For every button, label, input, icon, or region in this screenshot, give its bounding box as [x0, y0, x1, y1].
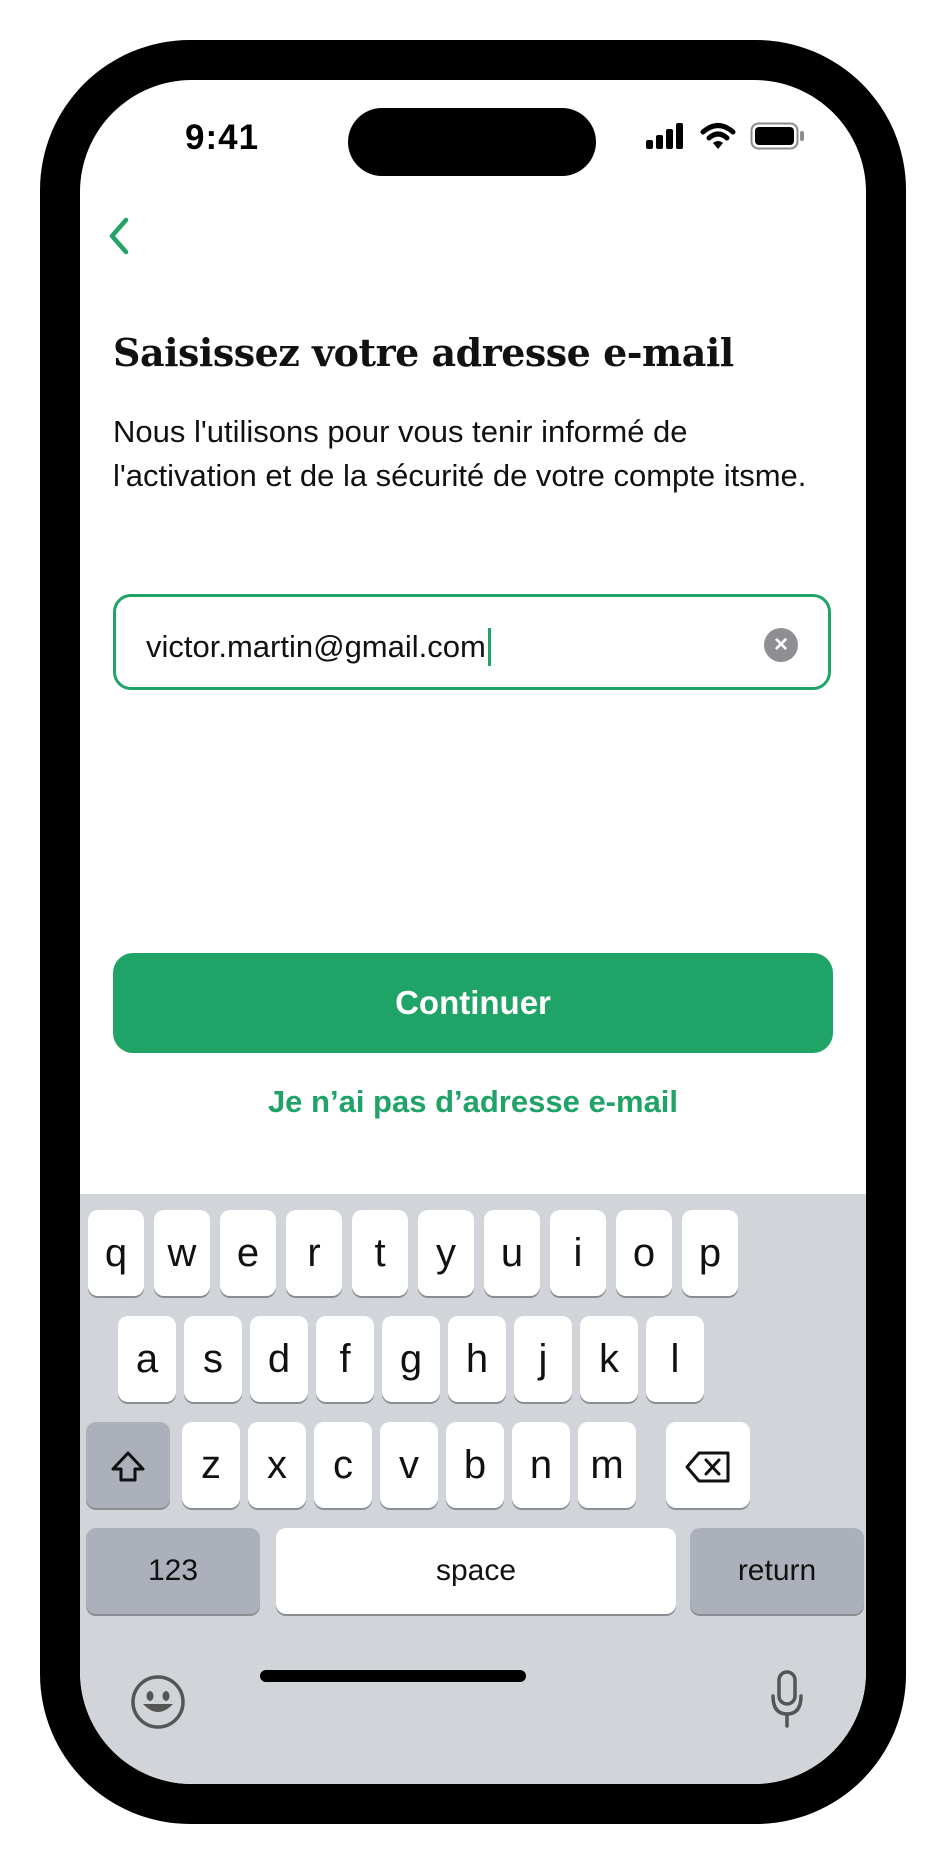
page-title: Saisissez votre adresse e-mail: [113, 330, 734, 375]
cellular-signal-icon: [646, 123, 683, 149]
status-icons: [646, 122, 806, 150]
shift-key[interactable]: [86, 1422, 170, 1508]
status-time: 9:41: [185, 118, 260, 157]
continue-button[interactable]: Continuer: [113, 953, 833, 1053]
no-email-link[interactable]: Je n’ai pas d’adresse e-mail: [113, 1080, 833, 1124]
emoji-icon[interactable]: [130, 1674, 186, 1730]
key-r[interactable]: r: [286, 1210, 342, 1296]
text-caret: [487, 628, 491, 666]
key-m[interactable]: m: [578, 1422, 636, 1508]
key-x[interactable]: x: [248, 1422, 306, 1508]
key-o[interactable]: o: [616, 1210, 672, 1296]
return-key[interactable]: return: [690, 1528, 864, 1614]
key-v[interactable]: v: [380, 1422, 438, 1508]
email-field-value: victor.martin@gmail.com: [146, 629, 486, 664]
key-e[interactable]: e: [220, 1210, 276, 1296]
battery-icon: [750, 122, 804, 150]
key-i[interactable]: i: [550, 1210, 606, 1296]
key-s[interactable]: s: [184, 1316, 242, 1402]
email-field[interactable]: victor.martin@gmail.com ×: [113, 594, 831, 690]
key-c[interactable]: c: [314, 1422, 372, 1508]
key-n[interactable]: n: [512, 1422, 570, 1508]
key-d[interactable]: d: [250, 1316, 308, 1402]
key-h[interactable]: h: [448, 1316, 506, 1402]
phone-screen: 9:41 Saisissez votre adresse e-mail Nous…: [80, 80, 866, 1784]
key-p[interactable]: p: [682, 1210, 738, 1296]
home-indicator: [260, 1670, 526, 1682]
key-f[interactable]: f: [316, 1316, 374, 1402]
dynamic-island: [348, 108, 596, 176]
key-l[interactable]: l: [646, 1316, 704, 1402]
email-field-value-wrap: victor.martin@gmail.com: [146, 628, 491, 666]
shift-icon: [111, 1451, 145, 1482]
page-description: Nous l'utilisons pour vous tenir informé…: [113, 414, 807, 493]
clear-icon[interactable]: ×: [764, 628, 798, 662]
keyboard: q w e r t y u i o p a s d f g h j k l z …: [80, 1194, 866, 1784]
key-w[interactable]: w: [154, 1210, 210, 1296]
key-u[interactable]: u: [484, 1210, 540, 1296]
wifi-icon: [700, 123, 736, 149]
key-a[interactable]: a: [118, 1316, 176, 1402]
backspace-icon: [685, 1451, 730, 1483]
key-y[interactable]: y: [418, 1210, 474, 1296]
key-j[interactable]: j: [514, 1316, 572, 1402]
back-chevron-icon[interactable]: [96, 210, 148, 262]
key-g[interactable]: g: [382, 1316, 440, 1402]
key-z[interactable]: z: [182, 1422, 240, 1508]
key-t[interactable]: t: [352, 1210, 408, 1296]
delete-key[interactable]: [666, 1422, 750, 1508]
numbers-key[interactable]: 123: [86, 1528, 260, 1614]
key-q[interactable]: q: [88, 1210, 144, 1296]
microphone-icon[interactable]: [770, 1670, 804, 1730]
space-key[interactable]: space: [276, 1528, 676, 1614]
key-k[interactable]: k: [580, 1316, 638, 1402]
key-b[interactable]: b: [446, 1422, 504, 1508]
